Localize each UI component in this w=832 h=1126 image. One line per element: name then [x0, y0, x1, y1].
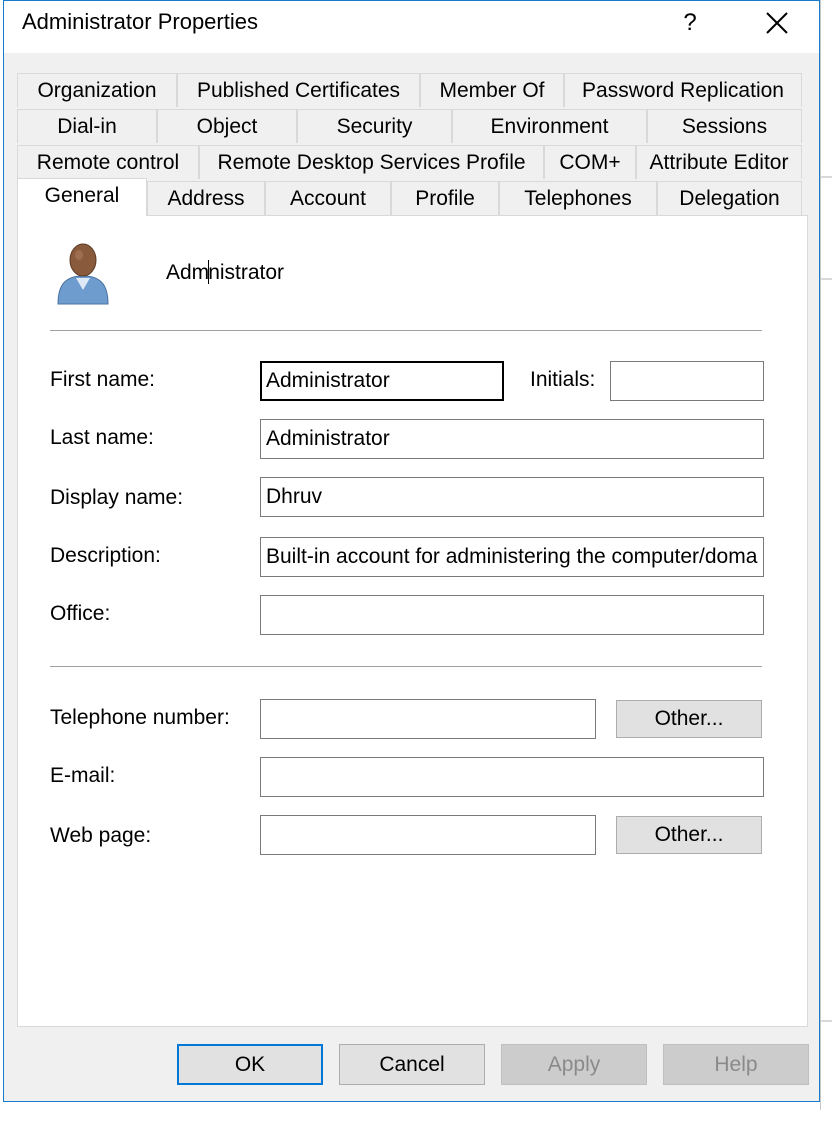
separator — [50, 666, 762, 667]
web-page-label: Web page: — [50, 824, 152, 847]
user-icon — [57, 243, 109, 305]
close-button[interactable] — [752, 3, 802, 43]
user-display-header: Admnistrator — [166, 260, 284, 285]
tab-object[interactable]: Object — [157, 109, 297, 143]
office-field[interactable] — [260, 595, 764, 635]
email-field[interactable] — [260, 757, 764, 797]
apply-button[interactable]: Apply — [501, 1044, 647, 1085]
tab-remote-control[interactable]: Remote control — [17, 145, 199, 179]
first-name-label: First name: — [50, 368, 156, 391]
background-divider — [821, 1020, 832, 1022]
tab-address[interactable]: Address — [147, 181, 265, 215]
separator — [50, 330, 762, 331]
initials-field[interactable] — [610, 361, 764, 401]
tab-delegation[interactable]: Delegation — [657, 181, 802, 215]
first-name-field[interactable]: Administrator — [260, 361, 504, 401]
telephone-field[interactable] — [260, 699, 596, 739]
office-label: Office: — [50, 602, 111, 625]
tab-member-of[interactable]: Member Of — [420, 73, 564, 107]
tab-environment[interactable]: Environment — [452, 109, 647, 143]
tab-sessions[interactable]: Sessions — [647, 109, 802, 143]
telephone-label: Telephone number: — [50, 706, 230, 729]
tab-telephones[interactable]: Telephones — [499, 181, 657, 215]
background-divider — [821, 176, 832, 178]
tab-com-plus[interactable]: COM+ — [544, 145, 636, 179]
window-title: Administrator Properties — [22, 9, 258, 34]
tab-organization[interactable]: Organization — [17, 73, 177, 107]
tab-dial-in[interactable]: Dial-in — [17, 109, 157, 143]
last-name-field[interactable]: Administrator — [260, 419, 764, 459]
user-name-text-end: nistrator — [208, 261, 285, 284]
email-label: E-mail: — [50, 764, 116, 787]
close-icon — [766, 12, 788, 34]
ok-button[interactable]: OK — [177, 1044, 323, 1085]
initials-label: Initials: — [530, 368, 596, 391]
tab-account[interactable]: Account — [265, 181, 391, 215]
telephone-other-button[interactable]: Other... — [616, 700, 762, 738]
description-label: Description: — [50, 544, 161, 567]
tab-general[interactable]: General — [17, 178, 147, 216]
help-title-button[interactable]: ? — [672, 5, 708, 41]
display-name-field[interactable]: Dhruv — [260, 477, 764, 517]
background-divider — [821, 278, 832, 280]
background-window — [820, 0, 832, 1110]
user-name-text-start: Adm — [166, 261, 210, 284]
properties-dialog: Administrator Properties ? Organization … — [3, 0, 820, 1102]
tab-profile[interactable]: Profile — [391, 181, 499, 215]
help-button[interactable]: Help — [663, 1044, 809, 1085]
tab-remote-desktop-services-profile[interactable]: Remote Desktop Services Profile — [199, 145, 544, 179]
tab-security[interactable]: Security — [297, 109, 452, 143]
web-page-field[interactable] — [260, 815, 596, 855]
tab-password-replication[interactable]: Password Replication — [564, 73, 802, 107]
last-name-label: Last name: — [50, 426, 154, 449]
title-bar: Administrator Properties ? — [4, 1, 819, 53]
tab-published-certificates[interactable]: Published Certificates — [177, 73, 420, 107]
cancel-button[interactable]: Cancel — [339, 1044, 485, 1085]
display-name-label: Display name: — [50, 486, 184, 509]
description-field[interactable]: Built-in account for administering the c… — [260, 537, 764, 577]
web-page-other-button[interactable]: Other... — [616, 816, 762, 854]
tab-attribute-editor[interactable]: Attribute Editor — [636, 145, 802, 179]
general-tab-panel: Admnistrator First name: Administrator I… — [17, 215, 808, 1027]
